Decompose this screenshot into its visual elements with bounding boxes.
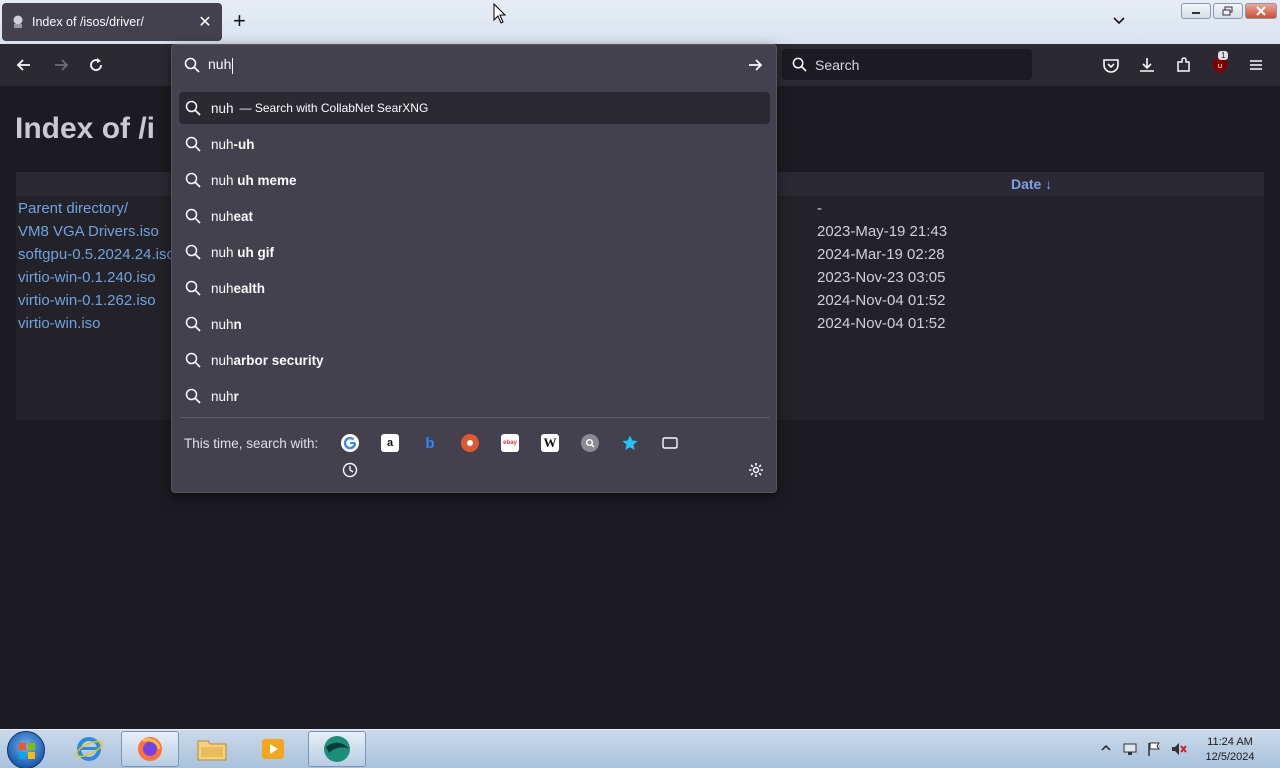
url-input[interactable]: nuh bbox=[208, 56, 234, 74]
file-date: 2024-Nov-04 01:52 bbox=[817, 292, 946, 309]
extensions-puzzle-icon[interactable] bbox=[1175, 56, 1193, 74]
amazon-icon[interactable]: a bbox=[381, 434, 399, 452]
suggestion-item[interactable]: nuh ealth bbox=[179, 272, 770, 304]
duckduckgo-icon[interactable] bbox=[461, 434, 479, 452]
suggestion-item[interactable]: nuh -uh bbox=[179, 128, 770, 160]
search-icon bbox=[185, 388, 201, 404]
suggestion-item[interactable]: nuh uh meme bbox=[179, 164, 770, 196]
taskbar-internet-explorer[interactable] bbox=[60, 731, 118, 767]
new-tab-button[interactable]: + bbox=[233, 10, 246, 32]
suggestion-item[interactable]: nuh uh gif bbox=[179, 236, 770, 268]
file-link[interactable]: Parent directory/ bbox=[18, 200, 128, 217]
taskbar-teal-app[interactable] bbox=[308, 731, 366, 767]
search-icon bbox=[184, 57, 200, 73]
tab-index-of-isos-driver[interactable]: Index of /isos/driver/ ✕ bbox=[2, 3, 222, 41]
start-button[interactable] bbox=[7, 731, 45, 768]
list-all-tabs-chevron-icon[interactable] bbox=[1111, 12, 1127, 28]
history-icon[interactable] bbox=[341, 461, 359, 479]
search-icon bbox=[792, 57, 807, 72]
divider bbox=[180, 417, 770, 418]
bookmarks-icon[interactable] bbox=[621, 434, 639, 452]
tab-title: Index of /isos/driver/ bbox=[32, 15, 144, 29]
wikipedia-icon[interactable]: W bbox=[541, 434, 559, 452]
file-link[interactable]: virtio-win.iso bbox=[18, 315, 101, 332]
url-input-row[interactable]: nuh bbox=[172, 45, 776, 85]
file-date: 2023-Nov-23 03:05 bbox=[817, 269, 946, 286]
downloads-icon[interactable] bbox=[1138, 56, 1156, 74]
back-arrow-icon[interactable] bbox=[15, 56, 33, 74]
search-icon bbox=[185, 100, 201, 116]
search-icon bbox=[185, 280, 201, 296]
searxng-icon[interactable] bbox=[581, 434, 599, 452]
search-placeholder: Search bbox=[815, 56, 860, 73]
search-bar[interactable]: Search bbox=[782, 49, 1032, 80]
suggestion-search-with-engine[interactable]: nuh — Search with CollabNet SearXNG bbox=[179, 92, 770, 124]
tab-close-icon[interactable]: ✕ bbox=[196, 12, 214, 32]
volume-muted-icon[interactable] bbox=[1170, 741, 1188, 757]
search-icon bbox=[185, 172, 201, 188]
search-icon bbox=[185, 316, 201, 332]
suggestion-item[interactable]: nuh r bbox=[179, 380, 770, 412]
reload-icon[interactable] bbox=[87, 56, 105, 74]
search-settings-gear-icon[interactable] bbox=[748, 462, 764, 478]
file-link[interactable]: VM8 VGA Drivers.iso bbox=[18, 223, 159, 240]
search-icon bbox=[185, 352, 201, 368]
close-window-button[interactable] bbox=[1245, 3, 1277, 19]
suggestion-item[interactable]: nuh eat bbox=[179, 200, 770, 232]
svg-text:u: u bbox=[1218, 62, 1222, 70]
file-link[interactable]: virtio-win-0.1.240.iso bbox=[18, 269, 156, 286]
mouse-cursor-icon bbox=[493, 3, 507, 24]
media-player-icon bbox=[262, 739, 284, 759]
minimize-icon bbox=[1192, 12, 1200, 14]
search-icon bbox=[185, 244, 201, 260]
urlbar-dropdown: nuh nuh — Search with CollabNet SearXNG … bbox=[171, 44, 777, 493]
file-link[interactable]: virtio-win-0.1.262.iso bbox=[18, 292, 156, 309]
tabs-icon[interactable] bbox=[661, 434, 679, 452]
file-date: 2024-Nov-04 01:52 bbox=[817, 315, 946, 332]
file-date: 2024-Mar-19 02:28 bbox=[817, 246, 945, 263]
file-date: 2023-May-19 21:43 bbox=[817, 223, 948, 240]
minimize-button[interactable] bbox=[1181, 3, 1211, 19]
taskbar-file-explorer[interactable] bbox=[183, 731, 241, 767]
action-center-flag-icon[interactable] bbox=[1146, 741, 1162, 757]
internet-explorer-icon bbox=[75, 737, 103, 761]
search-icon bbox=[185, 136, 201, 152]
extension-badge: 1 bbox=[1218, 51, 1229, 60]
windows-logo-icon bbox=[19, 743, 35, 759]
pocket-icon[interactable] bbox=[1102, 56, 1120, 74]
app-globe-icon bbox=[324, 736, 350, 762]
forward-arrow-icon[interactable] bbox=[52, 56, 70, 74]
firefox-icon bbox=[138, 737, 162, 761]
clock[interactable]: 11:24 AM 12/5/2024 bbox=[1190, 735, 1270, 765]
page-favicon-icon bbox=[13, 15, 23, 28]
date-column-header[interactable]: Date ↓ bbox=[1011, 176, 1052, 192]
file-link[interactable]: softgpu-0.5.2024.24.iso bbox=[18, 246, 175, 263]
taskbar-media-player[interactable] bbox=[244, 731, 302, 767]
network-icon[interactable] bbox=[1122, 741, 1138, 757]
clock-date: 12/5/2024 bbox=[1205, 751, 1255, 763]
suggestion-item[interactable]: nuh n bbox=[179, 308, 770, 340]
folder-icon bbox=[197, 740, 227, 761]
page-title: Index of /i bbox=[15, 112, 156, 145]
clock-time: 11:24 AM bbox=[1207, 736, 1253, 748]
file-date: - bbox=[817, 200, 822, 217]
restore-button[interactable] bbox=[1213, 3, 1243, 19]
windows-taskbar: 11:24 AM 12/5/2024 bbox=[0, 729, 1280, 768]
taskbar-firefox[interactable] bbox=[121, 731, 179, 767]
tab-strip: Index of /isos/driver/ ✕ + bbox=[0, 0, 1280, 44]
suggestion-item[interactable]: nuh arbor security bbox=[179, 344, 770, 376]
show-hidden-icons-chevron-icon[interactable] bbox=[1101, 744, 1111, 752]
bing-icon[interactable]: b bbox=[421, 434, 439, 452]
app-menu-hamburger-icon[interactable] bbox=[1247, 56, 1265, 74]
close-icon bbox=[1256, 6, 1266, 16]
ebay-icon[interactable]: ebay bbox=[501, 434, 519, 452]
go-arrow-icon[interactable] bbox=[746, 56, 764, 74]
search-icon bbox=[185, 208, 201, 224]
google-icon[interactable] bbox=[341, 434, 359, 452]
one-off-search-label: This time, search with: bbox=[184, 436, 319, 451]
restore-icon bbox=[1222, 6, 1233, 16]
